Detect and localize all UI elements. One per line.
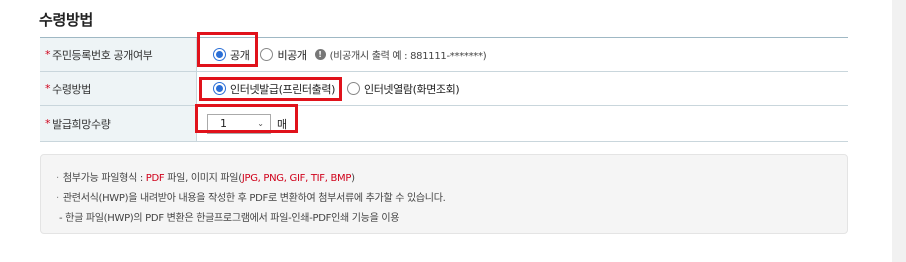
info-text: ) [351,173,355,184]
radio-nondisclose-label: 비공개 [277,48,307,62]
info-icon: ! [314,49,326,60]
row-value: 1 ⌄ 매 [195,104,848,141]
highlight-box [195,104,298,133]
radio-internet-view[interactable]: 인터넷열람(화면조회) [346,81,460,97]
info-line-hwp-convert: - 한글 파일(HWP)의 PDF 변환은 한글프로그램에서 파일-인쇄-PDF… [59,213,400,224]
form-row-receipt-method: * 수령방법 인터넷발급(프린터출력) 인터넷열람(화면조회) [40,72,848,106]
row-value: 인터넷발급(프린터출력) 인터넷열람(화면조회) [197,72,848,105]
info-text: 관련서식(HWP)을 내려받아 내용을 작성한 후 PDF로 변환하여 첨부서류… [62,193,446,204]
radio-unchecked-icon[interactable] [260,48,274,61]
required-star: * [45,117,51,130]
row-label: * 발급희망수량 [40,106,197,141]
row-label: * 수령방법 [40,72,197,105]
info-text: 파일, 이미지 파일( [164,173,242,184]
required-star: * [45,48,51,61]
section-title: 수령방법 [39,11,94,29]
info-text-pdf: PDF [145,173,165,184]
row-label-text: 주민등록번호 공개여부 [52,48,153,62]
form-row-quantity: * 발급희망수량 1 ⌄ 매 [40,104,848,142]
nondisclose-example-note: (비공개시 출력 예 : 881111-*******) [329,51,487,62]
highlight-box [197,32,258,67]
highlight-box [199,77,342,101]
info-line-hwp: · 관련서식(HWP)을 내려받아 내용을 작성한 후 PDF로 변환하여 첨부서… [56,189,847,209]
radio-unchecked-icon[interactable] [346,82,360,95]
row-label-text: 수령방법 [52,82,91,96]
radio-internet-view-label: 인터넷열람(화면조회) [363,82,460,96]
row-value: 공개 비공개 ! (비공개시 출력 예 : 881111-*******) [197,32,848,71]
radio-nondisclose[interactable]: 비공개 [260,47,307,63]
receipt-method-form: * 주민등록번호 공개여부 공개 비공개 ! (비공개시 출력 예 : 8811… [40,32,848,142]
row-label: * 주민등록번호 공개여부 [40,38,197,71]
row-label-text: 발급희망수량 [52,117,111,131]
attachment-info-box: · 첨부가능 파일형식 : PDF 파일, 이미지 파일(JPG, PNG, GI… [40,154,848,234]
info-line-file-format: · 첨부가능 파일형식 : PDF 파일, 이미지 파일(JPG, PNG, GI… [56,169,847,189]
info-text-image-types: JPG, PNG, GIF, TIF, BMP [241,173,352,184]
info-text: 첨부가능 파일형식 : [62,173,146,184]
bullet: · [56,193,59,204]
page-scroll-strip [892,0,906,262]
bullet: · [56,173,59,184]
form-row-id-disclosure: * 주민등록번호 공개여부 공개 비공개 ! (비공개시 출력 예 : 8811… [40,32,848,72]
required-star: * [45,82,51,95]
